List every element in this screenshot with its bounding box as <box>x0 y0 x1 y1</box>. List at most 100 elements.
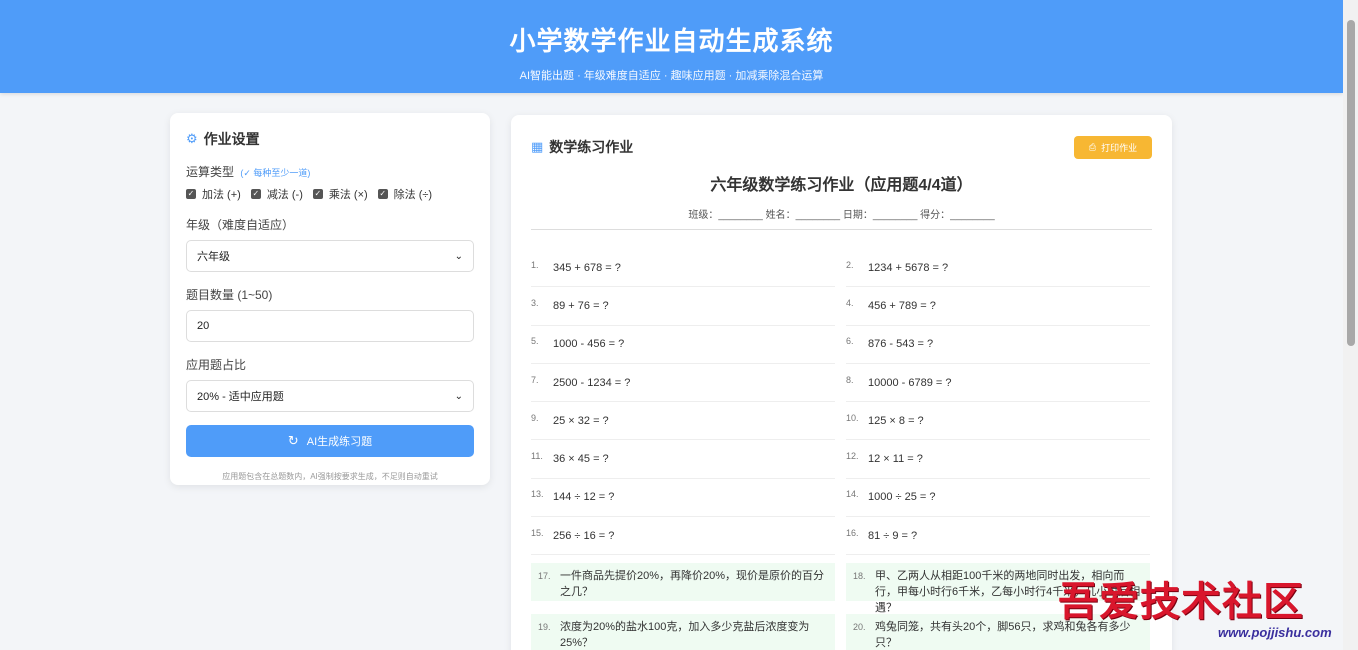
checkbox-division[interactable]: ✓ 除法 (÷) <box>377 186 433 202</box>
problem-number: 15. <box>531 527 544 538</box>
settings-title-text: 作业设置 <box>203 131 260 147</box>
problem-item: 8. 10000 - 6789 = ? <box>846 364 1150 403</box>
generate-button-label: AI生成练习题 <box>306 436 373 448</box>
app-title: 小学数学作业自动生成系统 <box>509 26 834 56</box>
problem-item: 1. 345 + 678 = ? <box>531 249 835 288</box>
problem-item: 5. 1000 - 456 = ? <box>531 326 835 364</box>
problem-number: 13. <box>531 489 544 500</box>
checkbox-label: 除法 (÷) <box>393 189 433 201</box>
problem-item: 14. 1000 ÷ 25 = ? <box>846 479 1150 518</box>
problem-text: 25 × 32 = ? <box>553 414 609 427</box>
checkbox-checked-icon[interactable]: ✓ <box>186 189 196 199</box>
problem-number: 7. <box>531 374 539 385</box>
problem-item: 13. 144 ÷ 12 = ? <box>531 479 835 518</box>
problem-text: 144 ÷ 12 = ? <box>553 491 615 504</box>
ratio-select[interactable]: 20% - 适中应用题 ⌄ <box>186 380 474 412</box>
page-scrollbar[interactable] <box>1343 0 1358 650</box>
problem-item: 9. 25 × 32 = ? <box>531 402 835 441</box>
problem-number: 2. <box>846 259 854 270</box>
problem-text: 345 + 678 = ? <box>553 261 621 274</box>
problem-item: 15. 256 ÷ 16 = ? <box>531 517 835 556</box>
checkbox-label: 加法 (+) <box>202 189 241 201</box>
settings-title: ⚙ 作业设置 <box>186 129 474 149</box>
problem-number: 12. <box>846 451 859 462</box>
operation-type-label: 运算类型 (✓ 每种至少一道) <box>186 163 474 180</box>
problem-item: 10. 125 × 8 = ? <box>846 402 1150 441</box>
problem-text: 1234 + 5678 = ? <box>868 261 949 274</box>
problem-number: 8. <box>846 374 854 385</box>
problem-text: 浓度为20%的盐水100克，加入多少克盐后浓度变为25%？ <box>560 621 810 650</box>
problem-item: 2. 1234 + 5678 = ? <box>846 249 1150 288</box>
site-watermark: 吾爱技术社区 www.pojjishu.com <box>1058 569 1350 640</box>
problem-text: 1000 - 456 = ? <box>553 338 625 351</box>
problem-item: 11. 36 × 45 = ? <box>531 440 835 479</box>
page-header: 小学数学作业自动生成系统 AI智能出题 · 年级难度自适应 · 趣味应用题 · … <box>0 0 1343 93</box>
problem-number: 17. <box>538 571 551 582</box>
gears-icon: ⚙ <box>186 131 198 146</box>
checkbox-label: 减法 (-) <box>266 189 303 201</box>
problem-text: 876 - 543 = ? <box>868 338 934 351</box>
problem-text: 36 × 45 = ? <box>553 453 609 466</box>
problem-item: 4. 456 + 789 = ? <box>846 287 1150 326</box>
problem-text: 89 + 76 = ? <box>553 299 609 312</box>
generate-button[interactable]: ↻ AI生成练习题 <box>186 425 474 457</box>
chevron-down-icon: ⌄ <box>454 390 463 402</box>
problem-text: 125 × 8 = ? <box>868 414 924 427</box>
application-problem: 17. 一件商品先提价20%，再降价20%，现价是原价的百分之几？ <box>531 563 835 602</box>
printer-icon: ⎙ <box>1088 142 1097 152</box>
operation-hint: (✓ 每种至少一道) <box>240 168 311 178</box>
checkbox-label: 乘法 (×) <box>328 189 368 201</box>
problem-text: 10000 - 6789 = ? <box>868 376 952 389</box>
count-input-value: 20 <box>197 320 210 332</box>
problem-number: 9. <box>531 412 539 423</box>
problem-item: 16. 81 ÷ 9 = ? <box>846 517 1150 556</box>
problem-text: 256 ÷ 16 = ? <box>553 529 615 542</box>
problem-number: 5. <box>531 336 539 347</box>
settings-note: 应用题包含在总题数内，AI强制按要求生成，不足则自动重试 <box>222 472 438 481</box>
grade-label: 年级（难度自适应） <box>186 218 295 232</box>
problem-item: 12. 12 × 11 = ? <box>846 440 1150 479</box>
grade-select-value: 六年级 <box>197 251 230 263</box>
problem-number: 14. <box>846 489 859 500</box>
print-button-label: 打印作业 <box>1101 143 1138 153</box>
checkbox-addition[interactable]: ✓ 加法 (+) <box>186 186 241 202</box>
chevron-down-icon: ⌄ <box>454 250 463 262</box>
operation-checkboxes: ✓ 加法 (+) ✓ 减法 (-) ✓ 乘法 (×) ✓ 除法 (÷) <box>186 186 474 202</box>
problem-text: 1000 ÷ 25 = ? <box>868 491 936 504</box>
problem-number: 20. <box>853 622 866 633</box>
checkbox-checked-icon[interactable]: ✓ <box>250 189 261 199</box>
problem-text: 2500 - 1234 = ? <box>553 376 631 389</box>
checkbox-subtraction[interactable]: ✓ 减法 (-) <box>250 186 303 202</box>
problem-number: 4. <box>846 297 854 308</box>
operation-type-text: 运算类型 <box>186 165 235 179</box>
problem-number: 18. <box>853 571 866 582</box>
problem-text: 81 ÷ 9 = ? <box>868 529 918 542</box>
checkbox-multiplication[interactable]: ✓ 乘法 (×) <box>312 186 368 202</box>
calculator-icon: ▦ <box>531 139 544 154</box>
grade-select[interactable]: 六年级 ⌄ <box>186 240 474 272</box>
sheet-title: 六年级数学练习作业（应用题4/4道） <box>710 177 973 194</box>
problem-number: 19. <box>538 622 551 633</box>
problem-number: 6. <box>846 336 854 347</box>
problem-text: 12 × 11 = ? <box>868 453 923 466</box>
checkbox-checked-icon[interactable]: ✓ <box>377 189 388 199</box>
problem-number: 16. <box>846 527 859 538</box>
app-subtitle: AI智能出题 · 年级难度自适应 · 趣味应用题 · 加减乘除混合运算 <box>519 70 824 82</box>
watermark-url: www.pojjishu.com <box>1218 625 1332 640</box>
problem-item: 3. 89 + 76 = ? <box>531 287 835 326</box>
problem-item: 7. 2500 - 1234 = ? <box>531 364 835 403</box>
application-problem: 19. 浓度为20%的盐水100克，加入多少克盐后浓度变为25%？ <box>531 614 835 650</box>
count-label: 题目数量 (1~50) <box>186 288 273 302</box>
worksheet-title: ▦ 数学练习作业 <box>531 137 1152 157</box>
problem-text: 一件商品先提价20%，再降价20%，现价是原价的百分之几？ <box>560 570 825 599</box>
scrollbar-thumb[interactable] <box>1347 20 1355 346</box>
problem-number: 3. <box>531 297 539 308</box>
problem-number: 1. <box>531 259 539 270</box>
problem-number: 10. <box>846 412 859 423</box>
problem-number: 11. <box>531 451 543 462</box>
print-button[interactable]: ⎙ 打印作业 <box>1074 136 1152 159</box>
ratio-select-value: 20% - 适中应用题 <box>197 391 284 403</box>
checkbox-checked-icon[interactable]: ✓ <box>312 189 323 199</box>
count-input[interactable]: 20 <box>186 310 474 342</box>
problem-item: 6. 876 - 543 = ? <box>846 326 1150 364</box>
